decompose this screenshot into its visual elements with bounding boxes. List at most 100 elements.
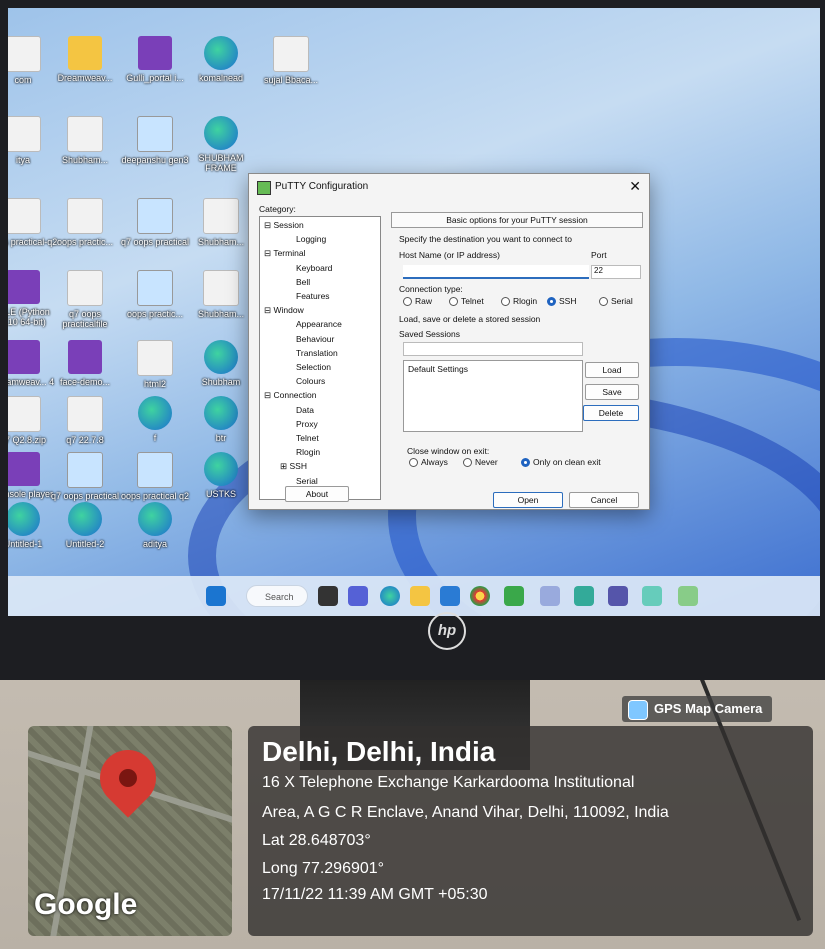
desktop-icon[interactable]: Dreamweav... <box>50 36 120 83</box>
datetime: 17/11/22 11:39 AM GMT +05:30 <box>262 886 488 903</box>
tree-item[interactable]: ⊟ Connection <box>264 390 317 401</box>
radio-button[interactable] <box>599 297 608 306</box>
desktop-icon-label: oops practic... <box>56 237 114 247</box>
desktop-icon-label: q7 oops practical <box>50 491 120 501</box>
desktop-icon-label: html2 <box>143 379 166 389</box>
tree-item[interactable]: Keyboard <box>296 263 332 273</box>
desktop-icon[interactable]: deepanshu gen3 <box>120 116 190 165</box>
taskbar-search[interactable]: Search <box>246 585 308 607</box>
desktop-icon[interactable]: oops practical q2 <box>120 452 190 501</box>
radio-button[interactable] <box>463 458 472 467</box>
desktop-icon[interactable]: Gulli_portal i... <box>120 36 190 83</box>
store-icon[interactable] <box>440 586 460 606</box>
app-icon[interactable] <box>504 586 524 606</box>
longitude: Long 77.296901° <box>262 860 385 877</box>
desktop-icon[interactable]: SHUBHAM FRAME <box>186 116 256 173</box>
tree-item[interactable]: Selection <box>296 362 331 372</box>
desktop-icon[interactable]: Untitled-2 <box>50 502 120 549</box>
desktop-icon[interactable]: oops practic... <box>120 270 190 319</box>
session-list-item[interactable]: Default Settings <box>408 364 468 374</box>
host-name-input[interactable] <box>403 265 589 279</box>
app-icon[interactable] <box>678 586 698 606</box>
app-icon <box>8 452 40 486</box>
tree-item[interactable]: ⊟ Window <box>264 305 304 316</box>
radio-button[interactable] <box>521 458 530 467</box>
hp-logo: hp <box>428 612 466 650</box>
tree-item[interactable]: Features <box>296 291 330 301</box>
desktop-icon[interactable]: sujal Bbaca... <box>256 36 326 85</box>
app-icon[interactable] <box>642 586 662 606</box>
close-icon[interactable]: ✕ <box>629 178 641 195</box>
chrome-icon[interactable] <box>470 586 490 606</box>
delete-button[interactable]: Delete <box>583 405 639 421</box>
desktop-icon-label: face-demo... <box>59 377 111 387</box>
tree-item[interactable]: Colours <box>296 376 325 386</box>
edge-icon <box>8 502 40 536</box>
file-explorer-icon[interactable] <box>410 586 430 606</box>
app-icon <box>8 270 40 304</box>
desktop-icon[interactable]: Shubham... <box>186 270 256 319</box>
tree-item[interactable]: Serial <box>296 476 318 486</box>
tree-item[interactable]: Data <box>296 405 314 415</box>
desktop-icon[interactable]: q7 oops practicalfile <box>50 270 120 329</box>
desktop-icon[interactable]: q7 oops practical <box>50 452 120 501</box>
about-button[interactable]: About <box>285 486 349 502</box>
start-icon[interactable] <box>206 586 226 606</box>
tree-item[interactable]: ⊞ SSH <box>280 461 307 472</box>
desktop-icon[interactable]: Shubham... <box>50 116 120 165</box>
doc-icon <box>137 340 173 376</box>
desktop-icon[interactable]: Shubham... <box>186 198 256 247</box>
putty-titlebar[interactable]: PuTTY Configuration ✕ <box>249 174 649 200</box>
desktop-icon[interactable]: aditya <box>120 502 190 549</box>
doc-icon <box>67 270 103 306</box>
putty-taskbar-icon[interactable] <box>608 586 628 606</box>
edge-icon[interactable] <box>380 586 400 606</box>
desktop-icon[interactable]: q7 22.7.8 <box>50 396 120 445</box>
cancel-button[interactable]: Cancel <box>569 492 639 508</box>
desktop-icon-label: Shubham... <box>197 309 245 319</box>
close-exit-label: Close window on exit: <box>407 446 490 456</box>
saved-sessions-input[interactable] <box>403 342 583 356</box>
tree-item[interactable]: ⊟ Session <box>264 220 304 231</box>
tree-item[interactable]: Bell <box>296 277 310 287</box>
app-icon[interactable] <box>574 586 594 606</box>
saved-sessions-label: Saved Sessions <box>399 329 460 339</box>
address-line-1: 16 X Telephone Exchange Karkardooma Inst… <box>262 774 635 791</box>
port-input[interactable]: 22 <box>591 265 641 279</box>
tree-item[interactable]: Logging <box>296 234 326 244</box>
radio-button[interactable] <box>409 458 418 467</box>
tree-item[interactable]: Rlogin <box>296 447 320 457</box>
taskbar: Search <box>8 576 820 616</box>
desktop-icon[interactable]: Shubham <box>186 340 256 387</box>
desktop-icon[interactable]: face-demo... <box>50 340 120 387</box>
radio-button[interactable] <box>403 297 412 306</box>
load-button[interactable]: Load <box>585 362 639 378</box>
desktop-icon[interactable]: USTKS <box>186 452 256 499</box>
port-label: Port <box>591 250 607 260</box>
tree-item[interactable]: Telnet <box>296 433 319 443</box>
tree-item[interactable]: Appearance <box>296 319 342 329</box>
desktop-icon-label: btr <box>215 433 227 443</box>
radio-button[interactable] <box>547 297 556 306</box>
desktop-icon[interactable]: q7 oops practical <box>120 198 190 247</box>
tree-item[interactable]: Proxy <box>296 419 318 429</box>
putty-configuration-window: PuTTY Configuration ✕ Category: ⊟ Sessio… <box>248 173 650 510</box>
app-icon[interactable] <box>540 586 560 606</box>
desktop-icon[interactable]: btr <box>186 396 256 443</box>
radio-button[interactable] <box>449 297 458 306</box>
save-button[interactable]: Save <box>585 384 639 400</box>
radio-button[interactable] <box>501 297 510 306</box>
taskview-icon[interactable] <box>318 586 338 606</box>
edge-icon <box>204 452 238 486</box>
open-button[interactable]: Open <box>493 492 563 508</box>
desktop-icon[interactable]: oops practic... <box>50 198 120 247</box>
tree-item[interactable]: Behaviour <box>296 334 334 344</box>
desktop-icon[interactable]: komalnead <box>186 36 256 83</box>
address-line-2: Area, A G C R Enclave, Anand Vihar, Delh… <box>262 804 669 821</box>
chat-icon[interactable] <box>348 586 368 606</box>
tree-item[interactable]: ⊟ Terminal <box>264 248 305 259</box>
tree-item[interactable]: Translation <box>296 348 338 358</box>
desktop-icon[interactable]: f <box>120 396 190 443</box>
desktop-icon-label: Dreamweav... <box>57 73 113 83</box>
desktop-icon[interactable]: html2 <box>120 340 190 389</box>
